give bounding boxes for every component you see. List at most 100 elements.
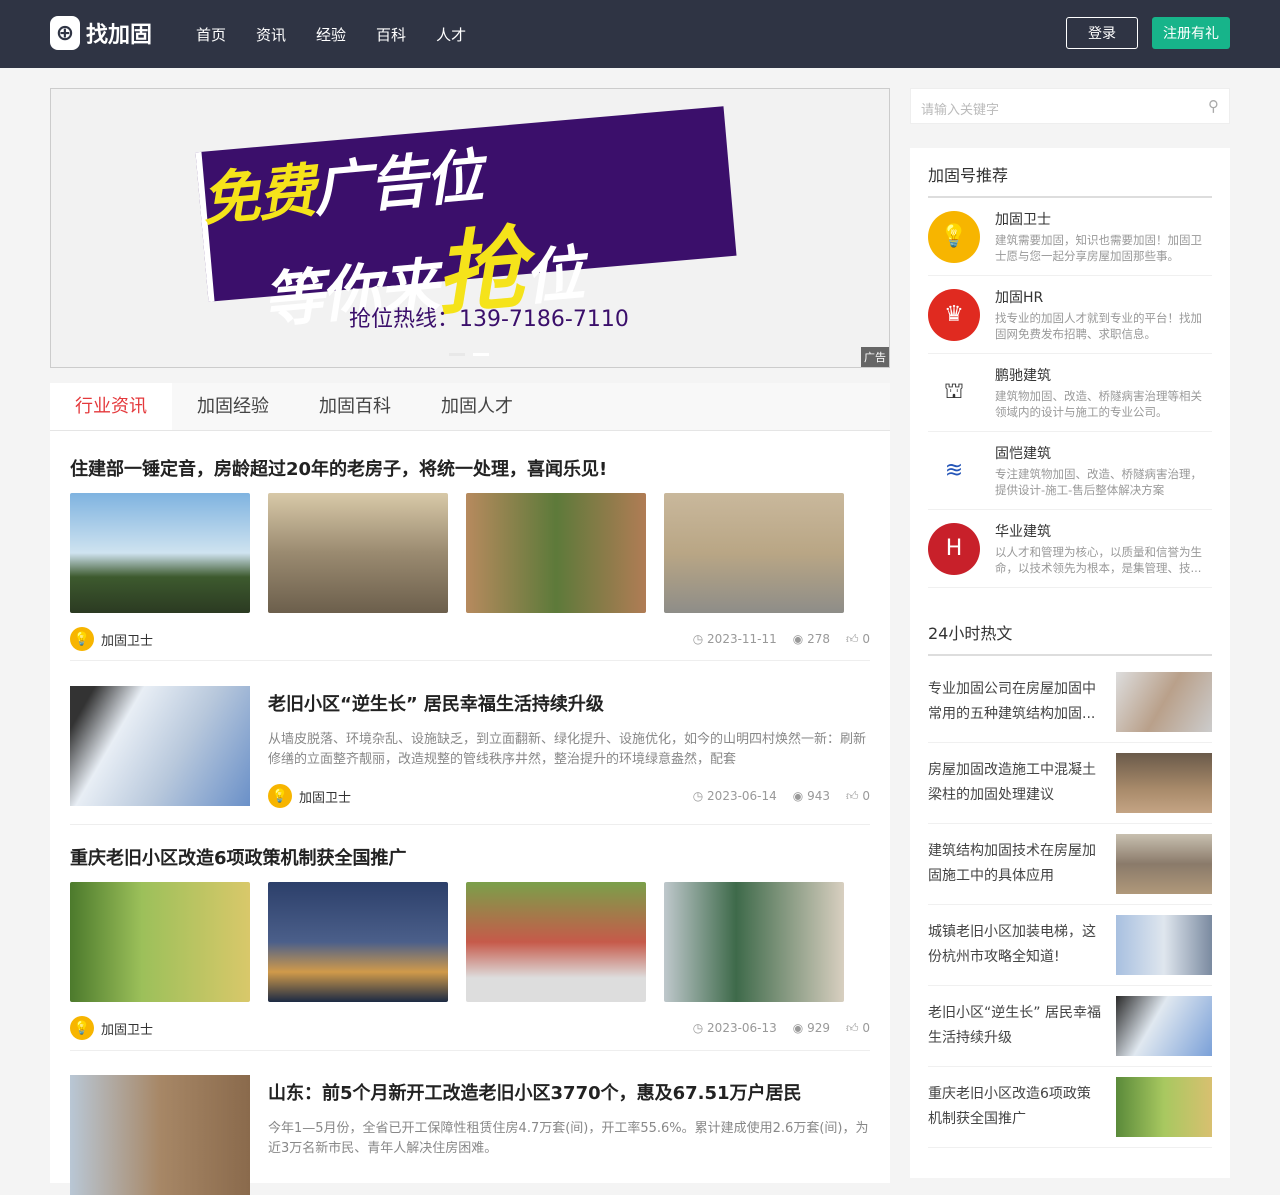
- recommend-item[interactable]: H 华业建筑以人才和管理为核心，以质量和信誉为生命，以技术领先为根本，是集管理、技…: [928, 510, 1212, 588]
- recommend-desc: 找专业的加固人才就到专业的平台！找加固网免费发布招聘、求职信息。: [995, 311, 1202, 341]
- nav-news[interactable]: 资讯: [256, 24, 286, 45]
- article-summary: 从墙皮脱落、环境杂乱、设施缺乏，到立面翻新、绿化提升、设施优化，如今的山明四村焕…: [268, 732, 867, 767]
- article-image[interactable]: [70, 882, 250, 1002]
- sidebar: 加固号推荐 💡 加固卫士建筑需要加固，知识也需要加固！加固卫士愿与您一起分享房屋加…: [910, 148, 1230, 1178]
- article-item: 山东：前5个月新开工改造老旧小区3770个，惠及67.51万户居民 今年1—5月…: [70, 1075, 870, 1195]
- date-clock-icon: ◷ 2023-11-11: [692, 632, 777, 646]
- hot-article-item[interactable]: 重庆老旧小区改造6项政策机制获全国推广: [928, 1067, 1212, 1148]
- recommend-item[interactable]: ♛ 加固HR 找专业的加固人才就到专业的平台！找加固网免费发布招聘、求职信息。: [928, 276, 1212, 354]
- hot-article-thumbnail[interactable]: [1116, 672, 1212, 732]
- tab-experience[interactable]: 加固经验: [172, 383, 294, 430]
- huaye-logo-icon: H: [928, 522, 980, 575]
- article-image[interactable]: [466, 882, 646, 1002]
- author-avatar-bulb-icon: 💡: [268, 784, 292, 808]
- logo-text: 找加固: [86, 23, 153, 48]
- recommend-item[interactable]: 💡 加固卫士建筑需要加固，知识也需要加固！加固卫士愿与您一起分享房屋加固那些事。: [928, 198, 1212, 276]
- divider: [70, 1050, 870, 1051]
- recommend-name[interactable]: 鹏驰建筑: [995, 365, 1212, 385]
- nav-home[interactable]: 首页: [196, 24, 226, 45]
- author-avatar-bulb-icon: 💡: [70, 627, 94, 651]
- article-image[interactable]: [664, 882, 844, 1002]
- like-thumb-icon[interactable]: 👍︎ 0: [846, 1021, 870, 1036]
- article-thumbnail[interactable]: [70, 686, 250, 806]
- nav-experience[interactable]: 经验: [316, 24, 346, 45]
- search-input[interactable]: 请输入关键字 ⚲: [910, 88, 1230, 124]
- recommend-name[interactable]: 加固卫士: [995, 209, 1212, 229]
- ad-banner[interactable]: 免费广告位 等你来抢位 抢位热线：139-7186-7110 广告: [50, 88, 890, 368]
- recommend-desc: 以人才和管理为核心，以质量和信誉为生命，以技术领先为根本，是集管理、技...: [995, 545, 1202, 575]
- recommend-item[interactable]: ⛫ 鹏驰建筑 建筑物加固、改造、桥隧病害治理等相关领域内的设计与施工的专业公司。: [928, 354, 1212, 432]
- divider: [70, 824, 870, 825]
- hot-article-thumbnail[interactable]: [1116, 1077, 1212, 1137]
- views-eye-icon: ◉ 929: [792, 1021, 830, 1035]
- divider: [70, 660, 870, 661]
- date-clock-icon: ◷ 2023-06-13: [692, 1021, 777, 1035]
- hot-article-item[interactable]: 老旧小区“逆生长” 居民幸福生活持续升级: [928, 986, 1212, 1067]
- article-image[interactable]: [268, 882, 448, 1002]
- date-clock-icon: ◷ 2023-06-14: [692, 789, 777, 803]
- hot-article-item[interactable]: 建筑结构加固技术在房屋加固施工中的具体应用: [928, 824, 1212, 905]
- article-title[interactable]: 山东：前5个月新开工改造老旧小区3770个，惠及67.51万户居民: [268, 1079, 870, 1105]
- hot-article-thumbnail[interactable]: [1116, 996, 1212, 1056]
- article-image[interactable]: [268, 493, 448, 613]
- recommend-name[interactable]: 加固HR: [995, 287, 1212, 307]
- logo-icon: ⊕: [50, 16, 80, 50]
- article-item: 重庆老旧小区改造6项政策机制获全国推广 💡 加固卫士 ◷ 2023-06-13 ◉ …: [70, 844, 870, 1042]
- recommend-desc: 建筑需要加固，知识也需要加固！加固卫士愿与您一起分享房屋加固那些事。: [995, 233, 1202, 263]
- article-title[interactable]: 老旧小区“逆生长” 居民幸福生活持续升级: [268, 690, 870, 716]
- register-button[interactable]: 注册有礼: [1152, 17, 1230, 49]
- article-author[interactable]: 💡 加固卫士: [268, 784, 351, 808]
- nav-wiki[interactable]: 百科: [376, 24, 406, 45]
- article-author[interactable]: 💡 加固卫士: [70, 1016, 153, 1040]
- tab-talent[interactable]: 加固人才: [416, 383, 538, 430]
- article-image[interactable]: [466, 493, 646, 613]
- article-title[interactable]: 重庆老旧小区改造6项政策机制获全国推广: [70, 844, 870, 870]
- bulb-logo-icon: 💡: [928, 210, 980, 263]
- recommend-name[interactable]: 固恺建筑: [995, 443, 1212, 463]
- hot-article-title[interactable]: 建筑结构加固技术在房屋加固施工中的具体应用: [928, 839, 1116, 889]
- site-logo[interactable]: ⊕ 找加固: [50, 16, 152, 50]
- hot-article-thumbnail[interactable]: [1116, 753, 1212, 813]
- article-item: 住建部一锤定音，房龄超过20年的老房子，将统一处理，喜闻乐见! 💡 加固卫士 ◷ …: [70, 455, 870, 653]
- tab-industry-news[interactable]: 行业资讯: [50, 383, 172, 430]
- views-eye-icon: ◉ 278: [792, 632, 830, 646]
- hot-article-item[interactable]: 专业加固公司在房屋加固中常用的五种建筑结构加固...: [928, 662, 1212, 743]
- hot-article-title[interactable]: 老旧小区“逆生长” 居民幸福生活持续升级: [928, 1001, 1116, 1051]
- tab-wiki[interactable]: 加固百科: [294, 383, 416, 430]
- article-image[interactable]: [664, 493, 844, 613]
- layers-logo-icon: ≋: [928, 444, 980, 497]
- article-image[interactable]: [70, 493, 250, 613]
- author-avatar-bulb-icon: 💡: [70, 1016, 94, 1040]
- login-button[interactable]: 登录: [1066, 17, 1138, 49]
- hot-article-title[interactable]: 房屋加固改造施工中混凝土梁柱的加固处理建议: [928, 758, 1116, 808]
- carousel-dot-active[interactable]: [473, 353, 489, 356]
- hot-article-thumbnail[interactable]: [1116, 915, 1212, 975]
- category-tabs: 行业资讯 加固经验 加固百科 加固人才: [50, 383, 890, 431]
- article-author[interactable]: 💡 加固卫士: [70, 627, 153, 651]
- like-thumb-icon[interactable]: 👍︎ 0: [846, 632, 870, 647]
- crown-logo-icon: ♛: [928, 288, 980, 341]
- carousel-dots[interactable]: [449, 353, 489, 356]
- article-thumbnail[interactable]: [70, 1075, 250, 1195]
- views-eye-icon: ◉ 943: [792, 789, 830, 803]
- like-thumb-icon[interactable]: 👍︎ 0: [846, 789, 870, 804]
- carousel-dot[interactable]: [449, 353, 465, 356]
- recommend-item[interactable]: ≋ 固恺建筑 专注建筑物加固、改造、桥隧病害治理，提供设计-施工-售后整体解决方案: [928, 432, 1212, 510]
- article-title[interactable]: 住建部一锤定音，房龄超过20年的老房子，将统一处理，喜闻乐见!: [70, 455, 870, 481]
- main-nav: 首页 资讯 经验 百科 人才: [196, 24, 466, 45]
- hot-article-item[interactable]: 城镇老旧小区加装电梯，这份杭州市攻略全知道!: [928, 905, 1212, 986]
- hot-article-thumbnail[interactable]: [1116, 834, 1212, 894]
- hot-article-title[interactable]: 专业加固公司在房屋加固中常用的五种建筑结构加固...: [928, 677, 1116, 727]
- article-item: 老旧小区“逆生长” 居民幸福生活持续升级 从墙皮脱落、环境杂乱、设施缺乏，到立面…: [70, 686, 870, 810]
- search-icon[interactable]: ⚲: [1208, 97, 1219, 115]
- hot-article-title[interactable]: 城镇老旧小区加装电梯，这份杭州市攻略全知道!: [928, 920, 1116, 970]
- top-header: ⊕ 找加固 首页 资讯 经验 百科 人才 登录 注册有礼: [0, 0, 1280, 68]
- hot-article-item[interactable]: 房屋加固改造施工中混凝土梁柱的加固处理建议: [928, 743, 1212, 824]
- recommend-heading: 加固号推荐: [928, 148, 1212, 198]
- article-summary: 今年1—5月份，全省已开工保障性租赁住房4.7万套(间)，开工率55.6%。累计…: [268, 1121, 869, 1156]
- hot-article-title[interactable]: 重庆老旧小区改造6项政策机制获全国推广: [928, 1082, 1116, 1132]
- ad-tag: 广告: [861, 347, 889, 367]
- tower-logo-icon: ⛫: [928, 366, 980, 419]
- nav-talent[interactable]: 人才: [436, 24, 466, 45]
- recommend-name[interactable]: 华业建筑: [995, 521, 1212, 541]
